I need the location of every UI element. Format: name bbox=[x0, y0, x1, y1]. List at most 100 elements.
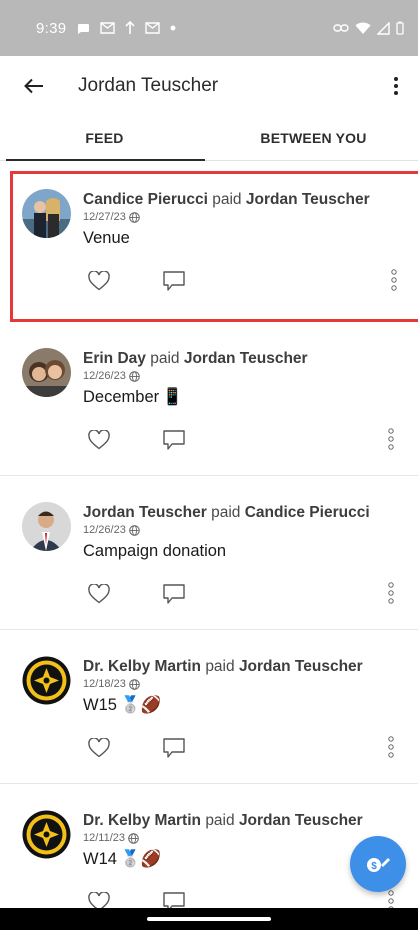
like-button[interactable] bbox=[88, 270, 110, 296]
tab-feed[interactable]: FEED bbox=[0, 116, 209, 161]
globe-icon bbox=[129, 678, 140, 690]
feed-item-more-button[interactable] bbox=[391, 269, 397, 296]
feed-item-meta: 12/18/23 bbox=[83, 678, 388, 690]
payee-name[interactable]: Jordan Teuscher bbox=[239, 658, 363, 675]
globe-icon bbox=[129, 211, 140, 223]
feed-item-actions bbox=[88, 737, 186, 764]
feed-item-content: Jordan Teuscher paid Candice Pierucci 12/… bbox=[83, 503, 388, 561]
comment-icon[interactable] bbox=[162, 737, 186, 759]
more-vert-icon[interactable] bbox=[388, 582, 394, 604]
comment-button[interactable] bbox=[162, 737, 186, 764]
globe-icon bbox=[128, 832, 139, 844]
feed-item[interactable]: Erin Day paid Jordan Teuscher 12/26/23 Dec… bbox=[0, 322, 418, 476]
heart-icon[interactable] bbox=[88, 429, 110, 450]
feed-item-more-button[interactable] bbox=[388, 890, 394, 908]
avatar[interactable] bbox=[22, 189, 71, 238]
comment-icon[interactable] bbox=[162, 270, 186, 292]
feed-item-meta: 12/26/23 bbox=[83, 524, 388, 536]
note-text: Campaign donation bbox=[83, 542, 227, 560]
note-text: W14 bbox=[83, 850, 117, 868]
battery-icon bbox=[396, 21, 404, 35]
more-vert-icon[interactable] bbox=[391, 269, 397, 291]
note-emoji: 📱 bbox=[162, 388, 183, 406]
heart-icon[interactable] bbox=[88, 737, 110, 758]
payee-name[interactable]: Jordan Teuscher bbox=[246, 191, 370, 208]
transaction-note: December 📱 bbox=[83, 388, 388, 407]
avatar[interactable] bbox=[22, 348, 71, 397]
like-button[interactable] bbox=[88, 583, 110, 609]
avatar[interactable] bbox=[22, 502, 71, 551]
status-time: 9:39 bbox=[36, 19, 67, 37]
transaction-verb: paid bbox=[205, 812, 235, 829]
transaction-note: W14 🥈🏈 bbox=[83, 850, 388, 869]
feed-item-meta: 12/27/23 bbox=[83, 211, 389, 223]
note-emoji: 🥈🏈 bbox=[119, 696, 162, 714]
svg-text:$: $ bbox=[371, 861, 377, 872]
link-icon bbox=[333, 24, 349, 32]
payer-name[interactable]: Jordan Teuscher bbox=[83, 504, 207, 521]
pay-request-icon: $ bbox=[367, 858, 390, 872]
dot-icon bbox=[170, 25, 176, 31]
transaction-date: 12/11/23 bbox=[83, 832, 126, 844]
avatar[interactable] bbox=[22, 810, 71, 859]
payer-name[interactable]: Erin Day bbox=[83, 350, 146, 367]
more-options-button[interactable] bbox=[376, 56, 416, 116]
home-gesture-handle[interactable] bbox=[147, 917, 271, 921]
feed-item-actions bbox=[88, 891, 186, 908]
wifi-icon bbox=[355, 22, 371, 34]
transaction-verb: paid bbox=[212, 191, 242, 208]
transaction-note: W15 🥈🏈 bbox=[83, 696, 388, 715]
feed-item[interactable]: Jordan Teuscher paid Candice Pierucci 12/… bbox=[0, 476, 418, 630]
payer-name[interactable]: Dr. Kelby Martin bbox=[83, 812, 201, 829]
globe-icon bbox=[129, 524, 140, 536]
feed-item-more-button[interactable] bbox=[388, 582, 394, 609]
more-vert-icon[interactable] bbox=[388, 890, 394, 908]
pay-request-button[interactable]: $ bbox=[350, 836, 406, 892]
feed-list: Candice Pierucci paid Jordan Teuscher 12/… bbox=[0, 161, 418, 908]
gmail-icon bbox=[145, 22, 161, 34]
arrow-left-icon bbox=[24, 78, 43, 94]
feed-item-actions bbox=[88, 583, 186, 610]
note-text: Venue bbox=[83, 229, 130, 247]
status-bar: 9:39 bbox=[0, 0, 418, 56]
feed-item-headline: Dr. Kelby Martin paid Jordan Teuscher bbox=[83, 811, 388, 831]
system-nav-bar bbox=[0, 908, 418, 930]
transaction-note: Venue bbox=[83, 229, 389, 248]
back-button[interactable] bbox=[4, 56, 64, 116]
chat-bubble-icon bbox=[78, 24, 90, 34]
like-button[interactable] bbox=[88, 737, 110, 763]
payee-name[interactable]: Candice Pierucci bbox=[245, 504, 370, 521]
transaction-date: 12/26/23 bbox=[83, 370, 126, 382]
feed-item-actions bbox=[88, 270, 186, 297]
feed-item[interactable]: Candice Pierucci paid Jordan Teuscher 12/… bbox=[10, 171, 418, 322]
comment-button[interactable] bbox=[162, 891, 186, 908]
feed-item-headline: Erin Day paid Jordan Teuscher bbox=[83, 349, 388, 369]
like-button[interactable] bbox=[88, 891, 110, 908]
comment-icon[interactable] bbox=[162, 429, 186, 451]
tab-between-you[interactable]: BETWEEN YOU bbox=[209, 116, 418, 160]
like-button[interactable] bbox=[88, 429, 110, 455]
more-vert-icon[interactable] bbox=[388, 736, 394, 758]
payee-name[interactable]: Jordan Teuscher bbox=[239, 812, 363, 829]
note-emoji: 🥈🏈 bbox=[119, 850, 162, 868]
transaction-date: 12/27/23 bbox=[83, 211, 126, 223]
heart-icon[interactable] bbox=[88, 891, 110, 908]
heart-icon[interactable] bbox=[88, 270, 110, 291]
more-vert-icon[interactable] bbox=[388, 428, 394, 450]
avatar[interactable] bbox=[22, 656, 71, 705]
note-text: W15 bbox=[83, 696, 117, 714]
payer-name[interactable]: Dr. Kelby Martin bbox=[83, 658, 201, 675]
transaction-date: 12/18/23 bbox=[83, 678, 126, 690]
feed-item[interactable]: Dr. Kelby Martin paid Jordan Teuscher 12/… bbox=[0, 630, 418, 784]
payee-name[interactable]: Jordan Teuscher bbox=[184, 350, 308, 367]
feed-item-more-button[interactable] bbox=[388, 428, 394, 455]
payer-name[interactable]: Candice Pierucci bbox=[83, 191, 208, 208]
comment-button[interactable] bbox=[162, 270, 186, 297]
transaction-date: 12/26/23 bbox=[83, 524, 126, 536]
comment-icon[interactable] bbox=[162, 891, 186, 908]
comment-icon[interactable] bbox=[162, 583, 186, 605]
heart-icon[interactable] bbox=[88, 583, 110, 604]
feed-item-more-button[interactable] bbox=[388, 736, 394, 763]
comment-button[interactable] bbox=[162, 583, 186, 610]
comment-button[interactable] bbox=[162, 429, 186, 456]
